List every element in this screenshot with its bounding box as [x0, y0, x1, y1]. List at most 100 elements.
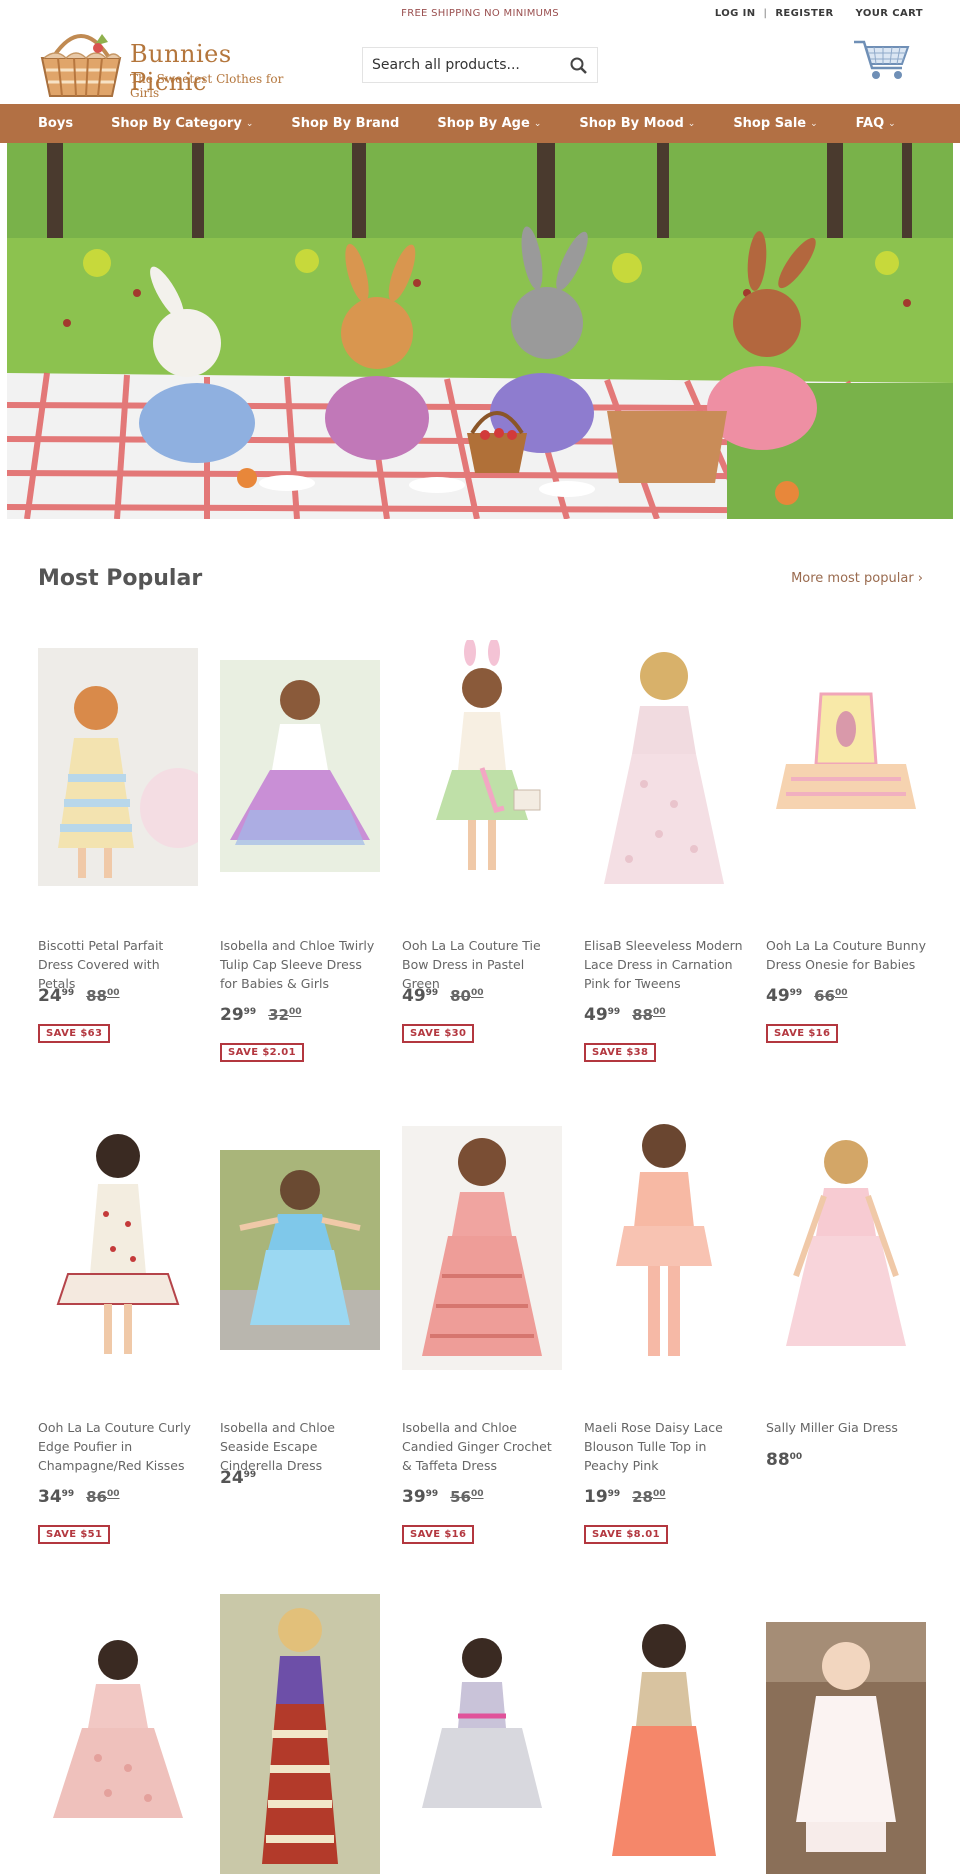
link-separator: |	[763, 8, 768, 19]
compare-cents: 00	[653, 1007, 666, 1017]
account-links: LOG IN | REGISTER YOUR CART	[715, 8, 923, 19]
product-image[interactable]	[220, 660, 380, 872]
product-name[interactable]: Isobella and Chloe Seaside Escape Cinder…	[220, 1418, 382, 1475]
product-price: 2499 8800	[38, 986, 120, 1006]
price-cents: 99	[61, 1489, 75, 1499]
compare-dollars: 66	[814, 987, 835, 1005]
product-image[interactable]	[766, 684, 926, 844]
price-dollars: 19	[584, 1487, 608, 1507]
product-price: 3499 8600	[38, 1487, 120, 1507]
product-image[interactable]	[584, 1616, 744, 1874]
product-image[interactable]	[220, 1150, 380, 1350]
price-dollars: 29	[220, 1005, 244, 1025]
compare-cents: 00	[653, 1489, 666, 1499]
product-image[interactable]	[38, 1124, 198, 1370]
register-link[interactable]: REGISTER	[775, 8, 833, 19]
save-badge: SAVE $2.01	[220, 1043, 304, 1062]
product-name[interactable]: Ooh La La Couture Bunny Dress Onesie for…	[766, 936, 928, 974]
compare-cents: 00	[107, 1489, 120, 1499]
chevron-down-icon: ⌄	[687, 118, 696, 129]
compare-dollars: 80	[450, 987, 471, 1005]
save-badge: SAVE $30	[402, 1024, 475, 1043]
search-icon[interactable]	[569, 56, 589, 76]
product-price: 4999 6600	[766, 986, 848, 1006]
price-dollars: 24	[220, 1468, 244, 1488]
save-badge: SAVE $8.01	[584, 1525, 668, 1544]
price-dollars: 49	[584, 1005, 608, 1025]
search-input[interactable]: Search all products...	[372, 57, 520, 73]
product-name[interactable]: Biscotti Petal Parfait Dress Covered wit…	[38, 936, 200, 993]
compare-dollars: 28	[632, 1488, 653, 1506]
product-price: 4999 8000	[402, 986, 484, 1006]
search-box[interactable]: Search all products...	[362, 47, 598, 83]
chevron-down-icon: ⌄	[533, 118, 542, 129]
product-image[interactable]	[766, 1622, 926, 1874]
product-image[interactable]	[220, 1594, 380, 1874]
bunny-picnic-illustration	[7, 143, 953, 519]
product-price: 4999 8800	[584, 1005, 666, 1025]
product-image[interactable]	[766, 1126, 926, 1370]
compare-dollars: 88	[86, 987, 107, 1005]
price-cents: 99	[607, 1489, 621, 1499]
store-logo[interactable]: Bunnies Picnic The Sweetest Clothes for …	[36, 18, 306, 100]
section-title: Most Popular	[38, 566, 203, 591]
save-badge: SAVE $38	[584, 1043, 657, 1062]
product-price: 2499	[220, 1468, 256, 1488]
hero-banner[interactable]	[7, 143, 953, 519]
product-image[interactable]	[402, 640, 562, 896]
price-cents: 99	[425, 988, 439, 998]
compare-price: 5600	[450, 1488, 483, 1506]
nav-item-shop-by-brand[interactable]: Shop By Brand	[291, 116, 399, 131]
more-most-popular-link[interactable]: More most popular ›	[791, 571, 923, 586]
main-nav: Boys Shop By Category ⌄ Shop By Brand Sho…	[0, 104, 960, 143]
your-cart-link[interactable]: YOUR CART	[856, 8, 923, 19]
price-dollars: 88	[766, 1450, 790, 1470]
product-name[interactable]: Ooh La La Couture Curly Edge Poufier in …	[38, 1418, 200, 1475]
compare-cents: 00	[471, 988, 484, 998]
nav-item-boys[interactable]: Boys	[38, 116, 73, 131]
compare-dollars: 32	[268, 1006, 289, 1024]
product-image[interactable]	[402, 1126, 562, 1370]
price-dollars: 49	[766, 986, 790, 1006]
product-image[interactable]	[38, 1628, 198, 1874]
nav-item-shop-by-category[interactable]: Shop By Category ⌄	[111, 116, 253, 131]
compare-price: 6600	[814, 987, 847, 1005]
compare-dollars: 88	[632, 1006, 653, 1024]
price-cents: 99	[243, 1007, 257, 1017]
save-badge: SAVE $16	[402, 1525, 475, 1544]
product-name[interactable]: Sally Miller Gia Dress	[766, 1418, 928, 1437]
nav-label: FAQ	[855, 116, 885, 131]
product-name[interactable]: Isobella and Chloe Twirly Tulip Cap Slee…	[220, 936, 382, 993]
compare-price: 8600	[86, 1488, 119, 1506]
login-link[interactable]: LOG IN	[715, 8, 756, 19]
nav-item-shop-by-mood[interactable]: Shop By Mood ⌄	[579, 116, 695, 131]
compare-price: 8800	[632, 1006, 665, 1024]
product-image[interactable]	[38, 648, 198, 886]
nav-item-shop-sale[interactable]: Shop Sale ⌄	[733, 116, 817, 131]
compare-price: 2800	[632, 1488, 665, 1506]
compare-cents: 00	[107, 988, 120, 998]
compare-price: 8800	[86, 987, 119, 1005]
price-cents: 99	[425, 1489, 439, 1499]
product-price: 2999 3200	[220, 1005, 302, 1025]
nav-item-faq[interactable]: FAQ ⌄	[856, 116, 896, 131]
shopping-cart-icon[interactable]	[852, 38, 910, 82]
price-cents: 99	[789, 988, 803, 998]
compare-dollars: 86	[86, 1488, 107, 1506]
compare-cents: 00	[835, 988, 848, 998]
product-price: 1999 2800	[584, 1487, 666, 1507]
product-name[interactable]: Ooh La La Couture Tie Bow Dress in Paste…	[402, 936, 564, 993]
product-name[interactable]: ElisaB Sleeveless Modern Lace Dress in C…	[584, 936, 746, 993]
price-dollars: 49	[402, 986, 426, 1006]
price-cents: 00	[789, 1452, 803, 1462]
product-name[interactable]: Isobella and Chloe Candied Ginger Croche…	[402, 1418, 564, 1475]
product-image[interactable]	[402, 1628, 562, 1874]
product-price: 8800	[766, 1450, 802, 1470]
product-name[interactable]: Maeli Rose Daisy Lace Blouson Tulle Top …	[584, 1418, 746, 1475]
nav-label: Shop By Brand	[291, 116, 400, 131]
chevron-down-icon: ⌄	[810, 118, 818, 129]
product-image[interactable]	[584, 634, 744, 898]
product-image[interactable]	[584, 1116, 744, 1380]
nav-item-shop-by-age[interactable]: Shop By Age ⌄	[437, 116, 541, 131]
save-badge: SAVE $16	[766, 1024, 839, 1043]
